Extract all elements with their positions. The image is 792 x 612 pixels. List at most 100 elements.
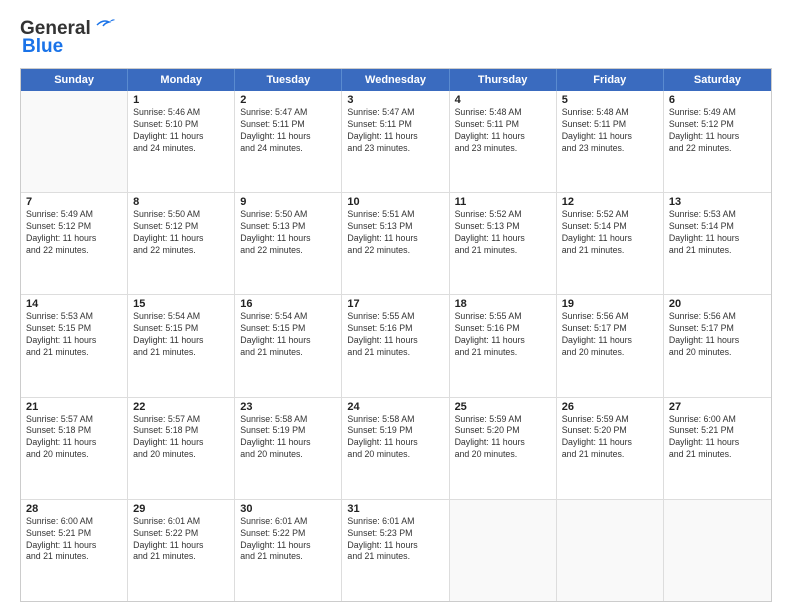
- cal-cell: 6Sunrise: 5:49 AM Sunset: 5:12 PM Daylig…: [664, 91, 771, 192]
- day-number: 29: [133, 503, 229, 515]
- day-info: Sunrise: 5:58 AM Sunset: 5:19 PM Dayligh…: [240, 414, 336, 462]
- cal-cell: [664, 500, 771, 601]
- cal-cell: 14Sunrise: 5:53 AM Sunset: 5:15 PM Dayli…: [21, 295, 128, 396]
- cal-cell: 17Sunrise: 5:55 AM Sunset: 5:16 PM Dayli…: [342, 295, 449, 396]
- day-info: Sunrise: 6:00 AM Sunset: 5:21 PM Dayligh…: [26, 516, 122, 564]
- day-number: 14: [26, 298, 122, 310]
- day-number: 2: [240, 94, 336, 106]
- day-info: Sunrise: 5:47 AM Sunset: 5:11 PM Dayligh…: [240, 107, 336, 155]
- cal-cell: 15Sunrise: 5:54 AM Sunset: 5:15 PM Dayli…: [128, 295, 235, 396]
- day-number: 10: [347, 196, 443, 208]
- cal-cell: 5Sunrise: 5:48 AM Sunset: 5:11 PM Daylig…: [557, 91, 664, 192]
- cal-cell: 13Sunrise: 5:53 AM Sunset: 5:14 PM Dayli…: [664, 193, 771, 294]
- cal-cell: 8Sunrise: 5:50 AM Sunset: 5:12 PM Daylig…: [128, 193, 235, 294]
- day-info: Sunrise: 5:50 AM Sunset: 5:13 PM Dayligh…: [240, 209, 336, 257]
- day-info: Sunrise: 5:53 AM Sunset: 5:15 PM Dayligh…: [26, 311, 122, 359]
- cal-cell: 9Sunrise: 5:50 AM Sunset: 5:13 PM Daylig…: [235, 193, 342, 294]
- day-info: Sunrise: 5:54 AM Sunset: 5:15 PM Dayligh…: [133, 311, 229, 359]
- day-info: Sunrise: 5:50 AM Sunset: 5:12 PM Dayligh…: [133, 209, 229, 257]
- calendar-week-3: 14Sunrise: 5:53 AM Sunset: 5:15 PM Dayli…: [21, 295, 771, 397]
- day-number: 4: [455, 94, 551, 106]
- cal-cell: 2Sunrise: 5:47 AM Sunset: 5:11 PM Daylig…: [235, 91, 342, 192]
- day-info: Sunrise: 5:57 AM Sunset: 5:18 PM Dayligh…: [26, 414, 122, 462]
- day-number: 12: [562, 196, 658, 208]
- calendar-week-1: 1Sunrise: 5:46 AM Sunset: 5:10 PM Daylig…: [21, 91, 771, 193]
- calendar-body: 1Sunrise: 5:46 AM Sunset: 5:10 PM Daylig…: [21, 91, 771, 601]
- day-info: Sunrise: 5:48 AM Sunset: 5:11 PM Dayligh…: [562, 107, 658, 155]
- cal-cell: 25Sunrise: 5:59 AM Sunset: 5:20 PM Dayli…: [450, 398, 557, 499]
- day-info: Sunrise: 5:55 AM Sunset: 5:16 PM Dayligh…: [347, 311, 443, 359]
- header-day-tuesday: Tuesday: [235, 69, 342, 91]
- day-number: 27: [669, 401, 766, 413]
- cal-cell: 11Sunrise: 5:52 AM Sunset: 5:13 PM Dayli…: [450, 193, 557, 294]
- cal-cell: [21, 91, 128, 192]
- day-info: Sunrise: 5:53 AM Sunset: 5:14 PM Dayligh…: [669, 209, 766, 257]
- cal-cell: 16Sunrise: 5:54 AM Sunset: 5:15 PM Dayli…: [235, 295, 342, 396]
- cal-cell: 12Sunrise: 5:52 AM Sunset: 5:14 PM Dayli…: [557, 193, 664, 294]
- day-number: 6: [669, 94, 766, 106]
- cal-cell: [557, 500, 664, 601]
- day-number: 30: [240, 503, 336, 515]
- cal-cell: 18Sunrise: 5:55 AM Sunset: 5:16 PM Dayli…: [450, 295, 557, 396]
- day-info: Sunrise: 5:54 AM Sunset: 5:15 PM Dayligh…: [240, 311, 336, 359]
- day-info: Sunrise: 5:46 AM Sunset: 5:10 PM Dayligh…: [133, 107, 229, 155]
- day-info: Sunrise: 5:56 AM Sunset: 5:17 PM Dayligh…: [562, 311, 658, 359]
- day-number: 17: [347, 298, 443, 310]
- day-number: 25: [455, 401, 551, 413]
- cal-cell: 23Sunrise: 5:58 AM Sunset: 5:19 PM Dayli…: [235, 398, 342, 499]
- day-number: 28: [26, 503, 122, 515]
- day-number: 15: [133, 298, 229, 310]
- day-number: 16: [240, 298, 336, 310]
- cal-cell: 24Sunrise: 5:58 AM Sunset: 5:19 PM Dayli…: [342, 398, 449, 499]
- calendar-week-2: 7Sunrise: 5:49 AM Sunset: 5:12 PM Daylig…: [21, 193, 771, 295]
- day-number: 19: [562, 298, 658, 310]
- cal-cell: 4Sunrise: 5:48 AM Sunset: 5:11 PM Daylig…: [450, 91, 557, 192]
- calendar-week-4: 21Sunrise: 5:57 AM Sunset: 5:18 PM Dayli…: [21, 398, 771, 500]
- cal-cell: 27Sunrise: 6:00 AM Sunset: 5:21 PM Dayli…: [664, 398, 771, 499]
- day-number: 7: [26, 196, 122, 208]
- day-info: Sunrise: 5:56 AM Sunset: 5:17 PM Dayligh…: [669, 311, 766, 359]
- cal-cell: 1Sunrise: 5:46 AM Sunset: 5:10 PM Daylig…: [128, 91, 235, 192]
- day-info: Sunrise: 5:57 AM Sunset: 5:18 PM Dayligh…: [133, 414, 229, 462]
- cal-cell: 3Sunrise: 5:47 AM Sunset: 5:11 PM Daylig…: [342, 91, 449, 192]
- day-number: 26: [562, 401, 658, 413]
- cal-cell: 7Sunrise: 5:49 AM Sunset: 5:12 PM Daylig…: [21, 193, 128, 294]
- cal-cell: 31Sunrise: 6:01 AM Sunset: 5:23 PM Dayli…: [342, 500, 449, 601]
- day-number: 21: [26, 401, 122, 413]
- day-info: Sunrise: 5:52 AM Sunset: 5:13 PM Dayligh…: [455, 209, 551, 257]
- day-number: 24: [347, 401, 443, 413]
- day-info: Sunrise: 5:51 AM Sunset: 5:13 PM Dayligh…: [347, 209, 443, 257]
- header-day-wednesday: Wednesday: [342, 69, 449, 91]
- header-day-thursday: Thursday: [450, 69, 557, 91]
- day-number: 20: [669, 298, 766, 310]
- header: General Blue: [20, 18, 772, 58]
- day-info: Sunrise: 6:01 AM Sunset: 5:23 PM Dayligh…: [347, 516, 443, 564]
- day-info: Sunrise: 5:48 AM Sunset: 5:11 PM Dayligh…: [455, 107, 551, 155]
- day-number: 5: [562, 94, 658, 106]
- day-info: Sunrise: 6:01 AM Sunset: 5:22 PM Dayligh…: [240, 516, 336, 564]
- logo-bird-icon: [95, 17, 115, 33]
- header-day-sunday: Sunday: [21, 69, 128, 91]
- cal-cell: 22Sunrise: 5:57 AM Sunset: 5:18 PM Dayli…: [128, 398, 235, 499]
- cal-cell: 28Sunrise: 6:00 AM Sunset: 5:21 PM Dayli…: [21, 500, 128, 601]
- day-info: Sunrise: 5:47 AM Sunset: 5:11 PM Dayligh…: [347, 107, 443, 155]
- day-number: 9: [240, 196, 336, 208]
- day-info: Sunrise: 5:49 AM Sunset: 5:12 PM Dayligh…: [26, 209, 122, 257]
- cal-cell: [450, 500, 557, 601]
- day-number: 23: [240, 401, 336, 413]
- cal-cell: 19Sunrise: 5:56 AM Sunset: 5:17 PM Dayli…: [557, 295, 664, 396]
- header-day-friday: Friday: [557, 69, 664, 91]
- day-number: 3: [347, 94, 443, 106]
- day-number: 11: [455, 196, 551, 208]
- day-info: Sunrise: 6:01 AM Sunset: 5:22 PM Dayligh…: [133, 516, 229, 564]
- day-info: Sunrise: 5:59 AM Sunset: 5:20 PM Dayligh…: [455, 414, 551, 462]
- cal-cell: 21Sunrise: 5:57 AM Sunset: 5:18 PM Dayli…: [21, 398, 128, 499]
- page: General Blue SundayMondayTuesdayWednesda…: [0, 0, 792, 612]
- calendar-header: SundayMondayTuesdayWednesdayThursdayFrid…: [21, 69, 771, 91]
- day-info: Sunrise: 6:00 AM Sunset: 5:21 PM Dayligh…: [669, 414, 766, 462]
- day-info: Sunrise: 5:49 AM Sunset: 5:12 PM Dayligh…: [669, 107, 766, 155]
- day-number: 13: [669, 196, 766, 208]
- day-number: 31: [347, 503, 443, 515]
- logo: General Blue: [20, 18, 115, 58]
- cal-cell: 10Sunrise: 5:51 AM Sunset: 5:13 PM Dayli…: [342, 193, 449, 294]
